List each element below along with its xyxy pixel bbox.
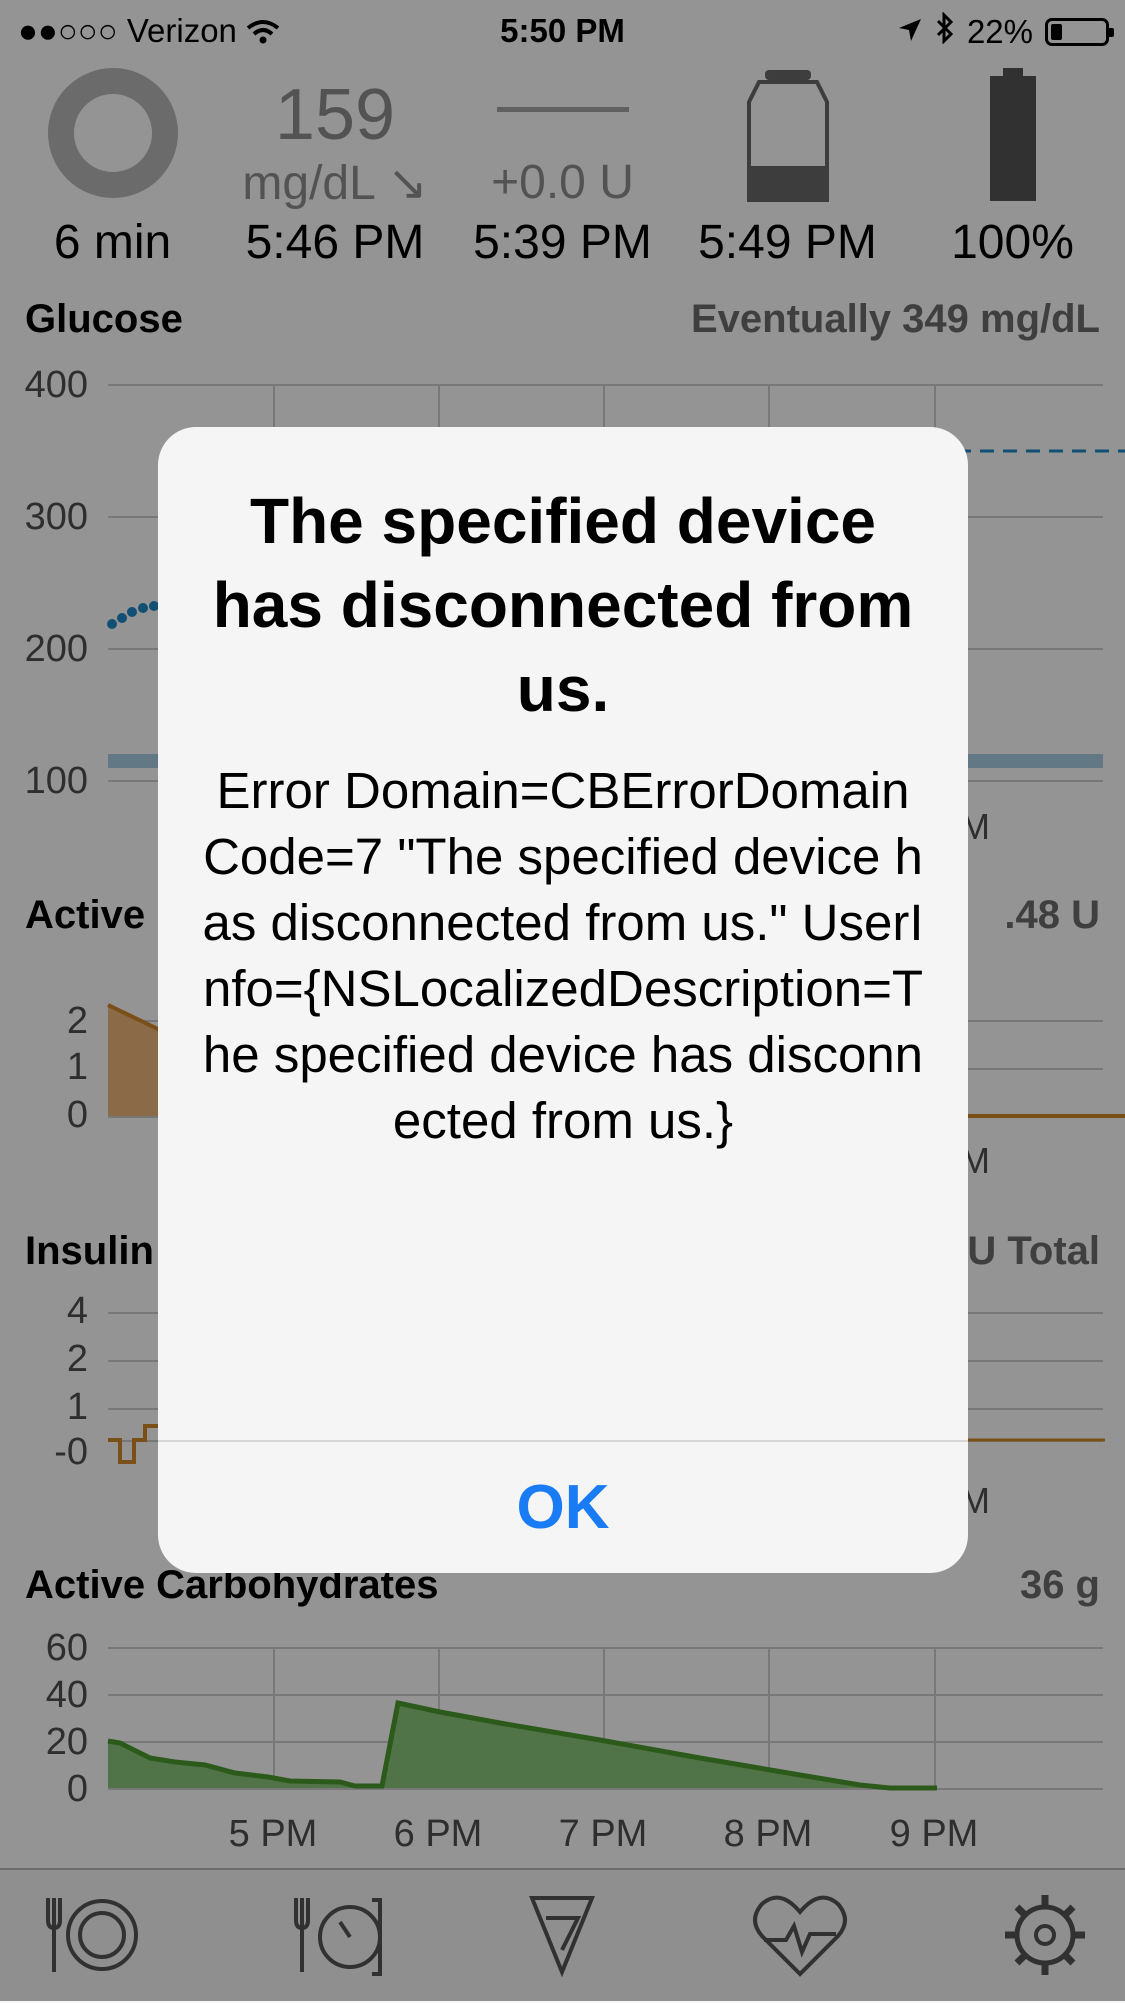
alert-message: Error Domain=CBErrorDomain Code=7 "The s… bbox=[202, 762, 924, 1149]
alert-dialog: The specified device has disconnected fr… bbox=[158, 427, 968, 1573]
ok-button[interactable]: OK bbox=[158, 1442, 968, 1573]
alert-title: The specified device has disconnected fr… bbox=[212, 485, 914, 725]
